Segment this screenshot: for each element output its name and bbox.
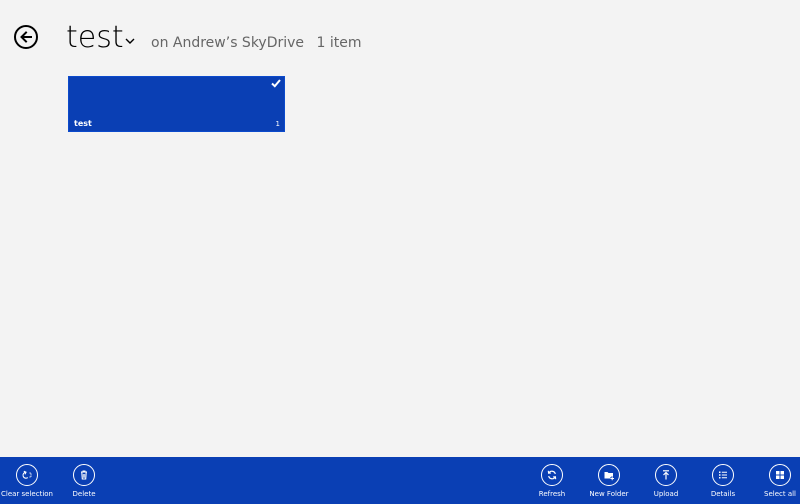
select-all-icon <box>776 471 784 479</box>
delete-label: Delete <box>72 490 96 498</box>
details-button[interactable]: Details <box>693 464 753 498</box>
clear-selection-icon <box>22 470 32 479</box>
select-all-circle <box>769 464 791 486</box>
page-title: test <box>66 20 124 55</box>
details-circle <box>712 464 734 486</box>
folder-tile[interactable]: test 1 <box>68 76 285 132</box>
header: test on Andrew’s SkyDrive 1 item <box>0 0 800 70</box>
clear-selection-circle <box>16 464 38 486</box>
refresh-circle <box>541 464 563 486</box>
delete-circle <box>73 464 95 486</box>
new-folder-label: New Folder <box>589 490 629 498</box>
details-label: Details <box>710 490 736 498</box>
delete-button[interactable]: Delete <box>54 464 114 498</box>
refresh-label: Refresh <box>538 490 566 498</box>
trash-icon <box>81 470 87 480</box>
select-all-label: Select all <box>764 490 796 498</box>
clear-selection-button[interactable]: Clear selection <box>0 464 57 498</box>
upload-button[interactable]: Upload <box>636 464 696 498</box>
details-icon <box>719 471 727 479</box>
app-bar: Clear selection Delete Refresh New Folde… <box>0 457 800 504</box>
new-folder-circle <box>598 464 620 486</box>
select-all-button[interactable]: Select all <box>750 464 800 498</box>
upload-icon <box>663 470 669 480</box>
refresh-icon <box>547 470 557 480</box>
tile-name: test <box>74 119 92 128</box>
upload-circle <box>655 464 677 486</box>
upload-label: Upload <box>653 490 679 498</box>
location-text: on Andrew’s SkyDrive <box>151 35 305 51</box>
back-arrow-icon <box>20 31 32 43</box>
checkmark-icon <box>271 79 281 88</box>
chevron-down-icon[interactable] <box>124 36 136 46</box>
clear-selection-label: Clear selection <box>1 490 53 498</box>
tile-item-count: 1 <box>275 120 280 128</box>
back-button[interactable] <box>14 25 38 49</box>
new-folder-button[interactable]: New Folder <box>579 464 639 498</box>
item-count: 1 item <box>316 35 362 51</box>
new-folder-icon <box>604 472 615 481</box>
refresh-button[interactable]: Refresh <box>522 464 582 498</box>
subtitle: on Andrew’s SkyDrive 1 item <box>151 34 362 52</box>
